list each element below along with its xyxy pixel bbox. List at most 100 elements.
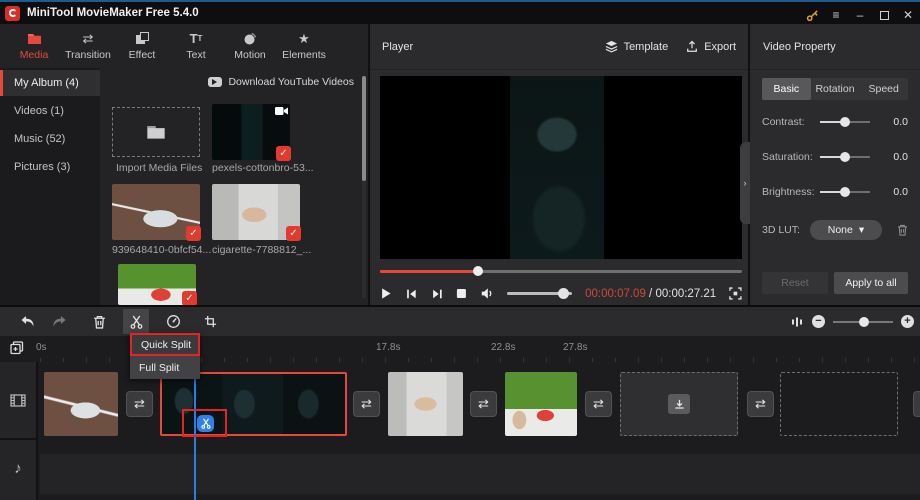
tab-speed[interactable]: Speed	[859, 78, 908, 100]
fullscreen-icon[interactable]	[729, 287, 742, 300]
transition-icon: ⇄	[82, 30, 94, 46]
selected-check-icon: ✓	[182, 291, 197, 306]
contrast-label: Contrast:	[762, 116, 805, 128]
saturation-slider[interactable]	[820, 152, 870, 162]
stop-button[interactable]	[456, 288, 467, 299]
transition-slot[interactable]: ⇄	[126, 391, 153, 417]
slider-knob[interactable]	[840, 152, 850, 162]
volume-icon[interactable]	[480, 287, 494, 300]
split-button[interactable]	[123, 309, 149, 334]
media-item-name: pexels-cottonbro-53...	[212, 162, 314, 174]
brightness-slider[interactable]	[820, 187, 870, 197]
import-media-label: Import Media Files	[116, 162, 203, 174]
close-button[interactable]: ✕	[896, 4, 920, 26]
clip-placeholder-download[interactable]	[620, 372, 738, 436]
app-logo-icon	[5, 5, 20, 21]
lut-dropdown[interactable]: None ▾	[809, 220, 882, 240]
export-button[interactable]: Export	[686, 40, 736, 53]
download-icon	[668, 394, 690, 414]
tab-basic[interactable]: Basic	[762, 78, 811, 100]
elements-star-icon: ★	[298, 30, 310, 46]
media-item-pexels-video[interactable]: ✓	[212, 104, 291, 161]
panel-collapse-handle[interactable]: ›	[740, 142, 750, 224]
reset-button[interactable]: Reset	[762, 272, 828, 294]
tab-transition[interactable]: ⇄ Transition	[62, 26, 114, 66]
timeline-clip-refuse[interactable]	[505, 372, 577, 436]
clip-placeholder-empty[interactable]	[780, 372, 898, 436]
sidebar-item-music[interactable]: Music (52)	[0, 126, 100, 152]
music-track[interactable]	[40, 454, 920, 494]
media-item-name: 939648410-0bfcf54...	[112, 244, 212, 256]
volume-knob[interactable]	[558, 288, 570, 299]
selected-check-icon: ✓	[186, 226, 201, 241]
slider-knob[interactable]	[840, 187, 850, 197]
transition-slot[interactable]: ⇄	[353, 391, 380, 417]
delete-button[interactable]	[86, 309, 112, 334]
chevron-right-icon: ›	[743, 178, 747, 188]
timeline-clip-ashtray[interactable]	[44, 372, 118, 436]
timeline-clip-cigarette[interactable]	[388, 372, 463, 436]
time-display: 00:00:07.09 / 00:00:27.21	[585, 287, 717, 300]
maximize-button[interactable]	[872, 4, 896, 26]
next-frame-button[interactable]	[431, 288, 444, 300]
menu-item-quick-split[interactable]: Quick Split	[130, 333, 200, 356]
saturation-value: 0.0	[893, 151, 908, 163]
speed-button[interactable]	[160, 309, 186, 334]
timeline-zoom-slider[interactable]	[833, 316, 893, 327]
zoom-out-button[interactable]: −	[812, 315, 825, 328]
menu-item-full-split[interactable]: Full Split	[130, 356, 200, 379]
title-bar: MiniTool MovieMaker Free 5.4.0 ≡ – ✕	[0, 0, 920, 24]
license-key-icon[interactable]	[800, 4, 824, 26]
menu-icon[interactable]: ≡	[824, 4, 848, 26]
transition-slot[interactable]: ⇄	[747, 391, 774, 417]
tab-effect[interactable]: Effect	[116, 26, 168, 66]
seek-knob[interactable]	[472, 266, 483, 276]
sidebar-item-pictures[interactable]: Pictures (3)	[0, 154, 100, 180]
previous-frame-button[interactable]	[405, 288, 418, 300]
music-note-icon: ♪	[14, 459, 22, 477]
media-item-ashtray[interactable]: ✓	[112, 184, 201, 241]
minimize-button[interactable]: –	[848, 4, 872, 26]
tab-text[interactable]: TT Text	[170, 26, 222, 66]
sidebar-item-videos[interactable]: Videos (1)	[0, 98, 100, 124]
zoom-in-button[interactable]: +	[901, 315, 914, 328]
media-item-refuse-pack[interactable]: ✓	[118, 264, 197, 306]
fit-timeline-icon[interactable]	[790, 315, 804, 329]
media-item-name: cigarette-7788812_...	[212, 244, 312, 256]
slider-knob[interactable]	[840, 117, 850, 127]
video-preview	[380, 76, 742, 259]
tab-motion[interactable]: Motion	[224, 26, 276, 66]
zoom-knob[interactable]	[859, 316, 869, 327]
template-button[interactable]: Template	[605, 40, 668, 53]
undo-button[interactable]	[14, 309, 40, 334]
contrast-slider[interactable]	[820, 117, 870, 127]
add-to-timeline-icon[interactable]	[9, 340, 25, 356]
redo-button[interactable]	[46, 309, 72, 334]
nav-tabbar: Media ⇄ Transition Effect TT Text Motion…	[0, 24, 368, 68]
import-media-button[interactable]	[112, 107, 200, 157]
volume-slider[interactable]	[507, 288, 573, 299]
media-scrollbar[interactable]	[362, 76, 366, 298]
apply-to-all-button[interactable]: Apply to all	[834, 272, 908, 294]
chevron-down-icon: ▾	[858, 224, 865, 236]
transition-slot[interactable]: ⇄	[585, 391, 612, 417]
video-property-panel: Video Property Basic Rotation Speed Cont…	[750, 24, 920, 305]
tab-media[interactable]: Media	[8, 26, 60, 66]
crop-button[interactable]	[197, 309, 223, 334]
transition-slot[interactable]: ⇄	[470, 391, 497, 417]
media-folder-icon	[27, 31, 42, 46]
media-item-cigarette[interactable]: ✓	[212, 184, 301, 241]
lut-delete-icon[interactable]	[897, 224, 908, 236]
template-layers-icon	[605, 40, 617, 53]
seek-bar[interactable]	[380, 266, 742, 276]
media-library-panel: Download YouTube Videos Import Media Fil…	[100, 68, 368, 306]
folder-icon	[147, 126, 165, 139]
sidebar-item-my-album[interactable]: My Album (4)	[0, 70, 100, 96]
tab-elements[interactable]: ★ Elements	[278, 26, 330, 66]
tab-rotation[interactable]: Rotation	[811, 78, 860, 100]
transition-slot[interactable]: ⇄	[913, 391, 920, 417]
split-scissors-badge[interactable]	[197, 415, 214, 432]
play-button[interactable]	[380, 287, 392, 300]
property-title: Video Property	[750, 24, 920, 70]
download-youtube-link[interactable]: Download YouTube Videos	[208, 76, 354, 88]
